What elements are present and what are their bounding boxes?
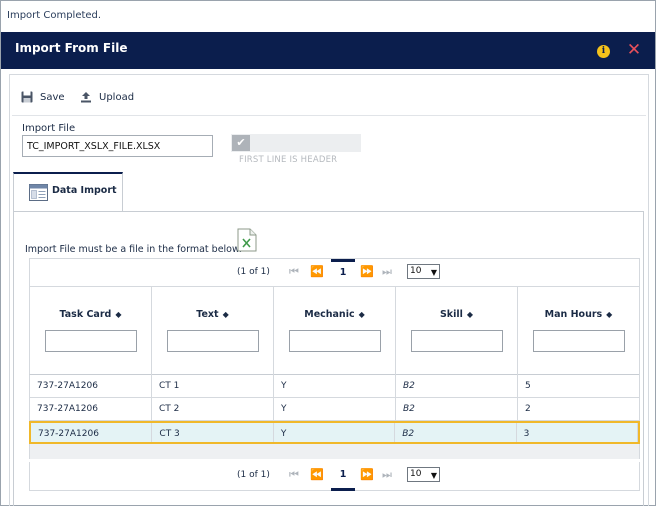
chevron-down-icon: ▼ bbox=[430, 471, 437, 480]
column-label: Man Hours bbox=[544, 309, 603, 320]
page-number[interactable]: 1 bbox=[331, 259, 355, 288]
filter-man-hours[interactable] bbox=[533, 330, 625, 352]
column-label: Mechanic bbox=[304, 309, 355, 320]
rows-per-page-value: 10 bbox=[410, 469, 422, 479]
last-page-icon[interactable]: ⏭ bbox=[382, 468, 392, 482]
app-frame: Import Completed. Import From File i ✕ S… bbox=[0, 0, 656, 506]
cell-man-hours: 5 bbox=[518, 375, 640, 397]
cell-text: CT 3 bbox=[152, 423, 274, 442]
filter-skill[interactable] bbox=[411, 330, 503, 352]
last-page-icon[interactable]: ⏭ bbox=[382, 265, 392, 279]
page-count: (1 of 1) bbox=[237, 267, 270, 277]
table-row[interactable]: 737-27A1206 CT 2 Y B2 2 bbox=[29, 398, 640, 421]
upload-button[interactable]: Upload bbox=[80, 91, 134, 103]
next-page-icon[interactable]: ⏩ bbox=[360, 265, 374, 278]
sort-icon[interactable]: ◆ bbox=[467, 310, 473, 319]
next-page-icon[interactable]: ⏩ bbox=[360, 468, 374, 481]
excel-file-icon[interactable] bbox=[237, 228, 257, 252]
checkmark-icon: ✔ bbox=[232, 135, 250, 151]
table-row[interactable]: 737-27A1206 CT 1 Y B2 5 bbox=[29, 375, 640, 398]
cell-mechanic: Y bbox=[274, 423, 396, 442]
prev-page-icon[interactable]: ⏪ bbox=[310, 468, 324, 481]
import-format-grid: Task Card ◆ Text ◆ Mechanic ◆ Skill ◆ Man Ho… bbox=[29, 287, 640, 459]
column-mechanic[interactable]: Mechanic ◆ bbox=[274, 287, 396, 375]
tab-data-import-label: Data Import bbox=[52, 185, 117, 196]
table-icon bbox=[29, 184, 48, 201]
save-button[interactable]: Save bbox=[21, 91, 65, 103]
table-row-selected[interactable]: 737-27A1206 CT 3 Y B2 3 bbox=[29, 421, 640, 444]
import-file-input[interactable] bbox=[22, 135, 213, 157]
sort-icon[interactable]: ◆ bbox=[359, 310, 365, 319]
column-label: Task Card bbox=[59, 309, 112, 320]
format-note: Import File must be a file in the format… bbox=[25, 244, 242, 255]
column-man-hours[interactable]: Man Hours ◆ bbox=[518, 287, 640, 375]
prev-page-icon[interactable]: ⏪ bbox=[310, 265, 324, 278]
column-label: Skill bbox=[439, 309, 463, 320]
sort-icon[interactable]: ◆ bbox=[606, 310, 612, 319]
cell-skill: B2 bbox=[395, 423, 517, 442]
grid-header: Task Card ◆ Text ◆ Mechanic ◆ Skill ◆ Man Ho… bbox=[29, 287, 640, 375]
column-text[interactable]: Text ◆ bbox=[152, 287, 274, 375]
filter-task-card[interactable] bbox=[45, 330, 137, 352]
rows-per-page-value: 10 bbox=[410, 266, 422, 276]
toolbar: Save Upload bbox=[12, 82, 646, 116]
cell-mechanic: Y bbox=[274, 375, 396, 397]
save-icon bbox=[21, 91, 33, 103]
grid-empty-area bbox=[29, 444, 640, 459]
rows-per-page-select[interactable]: 10 ▼ bbox=[407, 467, 440, 482]
paginator-bottom: (1 of 1) ⏮ ⏪ 1 ⏩ ⏭ 10 ▼ bbox=[29, 462, 640, 491]
first-line-header-label: FIRST LINE IS HEADER bbox=[239, 155, 338, 165]
dialog-title-bar: Import From File i ✕ bbox=[1, 32, 655, 69]
dialog-content: Save Upload Import File ✔ FIRST LINE IS … bbox=[9, 74, 649, 506]
upload-label: Upload bbox=[99, 91, 135, 103]
cell-mechanic: Y bbox=[274, 398, 396, 420]
filter-mechanic[interactable] bbox=[289, 330, 381, 352]
column-label: Text bbox=[196, 309, 219, 320]
cell-text: CT 2 bbox=[152, 398, 274, 420]
page-count: (1 of 1) bbox=[237, 470, 270, 480]
info-icon[interactable]: i bbox=[597, 45, 610, 58]
first-page-icon[interactable]: ⏮ bbox=[289, 265, 299, 279]
filter-text[interactable] bbox=[167, 330, 259, 352]
sort-icon[interactable]: ◆ bbox=[115, 310, 121, 319]
tab-data-import[interactable]: Data Import bbox=[13, 172, 123, 211]
cell-task-card: 737-27A1206 bbox=[31, 423, 153, 442]
cell-task-card: 737-27A1206 bbox=[30, 375, 152, 397]
column-task-card[interactable]: Task Card ◆ bbox=[30, 287, 152, 375]
first-page-icon[interactable]: ⏮ bbox=[289, 468, 299, 482]
dialog-title: Import From File bbox=[15, 41, 128, 55]
cell-text: CT 1 bbox=[152, 375, 274, 397]
rows-per-page-select[interactable]: 10 ▼ bbox=[407, 264, 440, 279]
close-icon[interactable]: ✕ bbox=[626, 41, 642, 59]
import-file-label: Import File bbox=[22, 123, 76, 134]
cell-man-hours: 2 bbox=[518, 398, 640, 420]
first-line-header-toggle[interactable]: ✔ bbox=[231, 134, 361, 152]
upload-icon bbox=[81, 92, 91, 103]
cell-skill: B2 bbox=[396, 398, 518, 420]
status-message: Import Completed. bbox=[7, 10, 102, 21]
chevron-down-icon: ▼ bbox=[430, 268, 437, 277]
paginator-top: (1 of 1) ⏮ ⏪ 1 ⏩ ⏭ 10 ▼ bbox=[29, 258, 640, 287]
page-number[interactable]: 1 bbox=[331, 462, 355, 491]
column-skill[interactable]: Skill ◆ bbox=[396, 287, 518, 375]
cell-skill: B2 bbox=[396, 375, 518, 397]
save-label: Save bbox=[40, 91, 65, 103]
cell-task-card: 737-27A1206 bbox=[30, 398, 152, 420]
sort-icon[interactable]: ◆ bbox=[223, 310, 229, 319]
cell-man-hours: 3 bbox=[517, 423, 639, 442]
